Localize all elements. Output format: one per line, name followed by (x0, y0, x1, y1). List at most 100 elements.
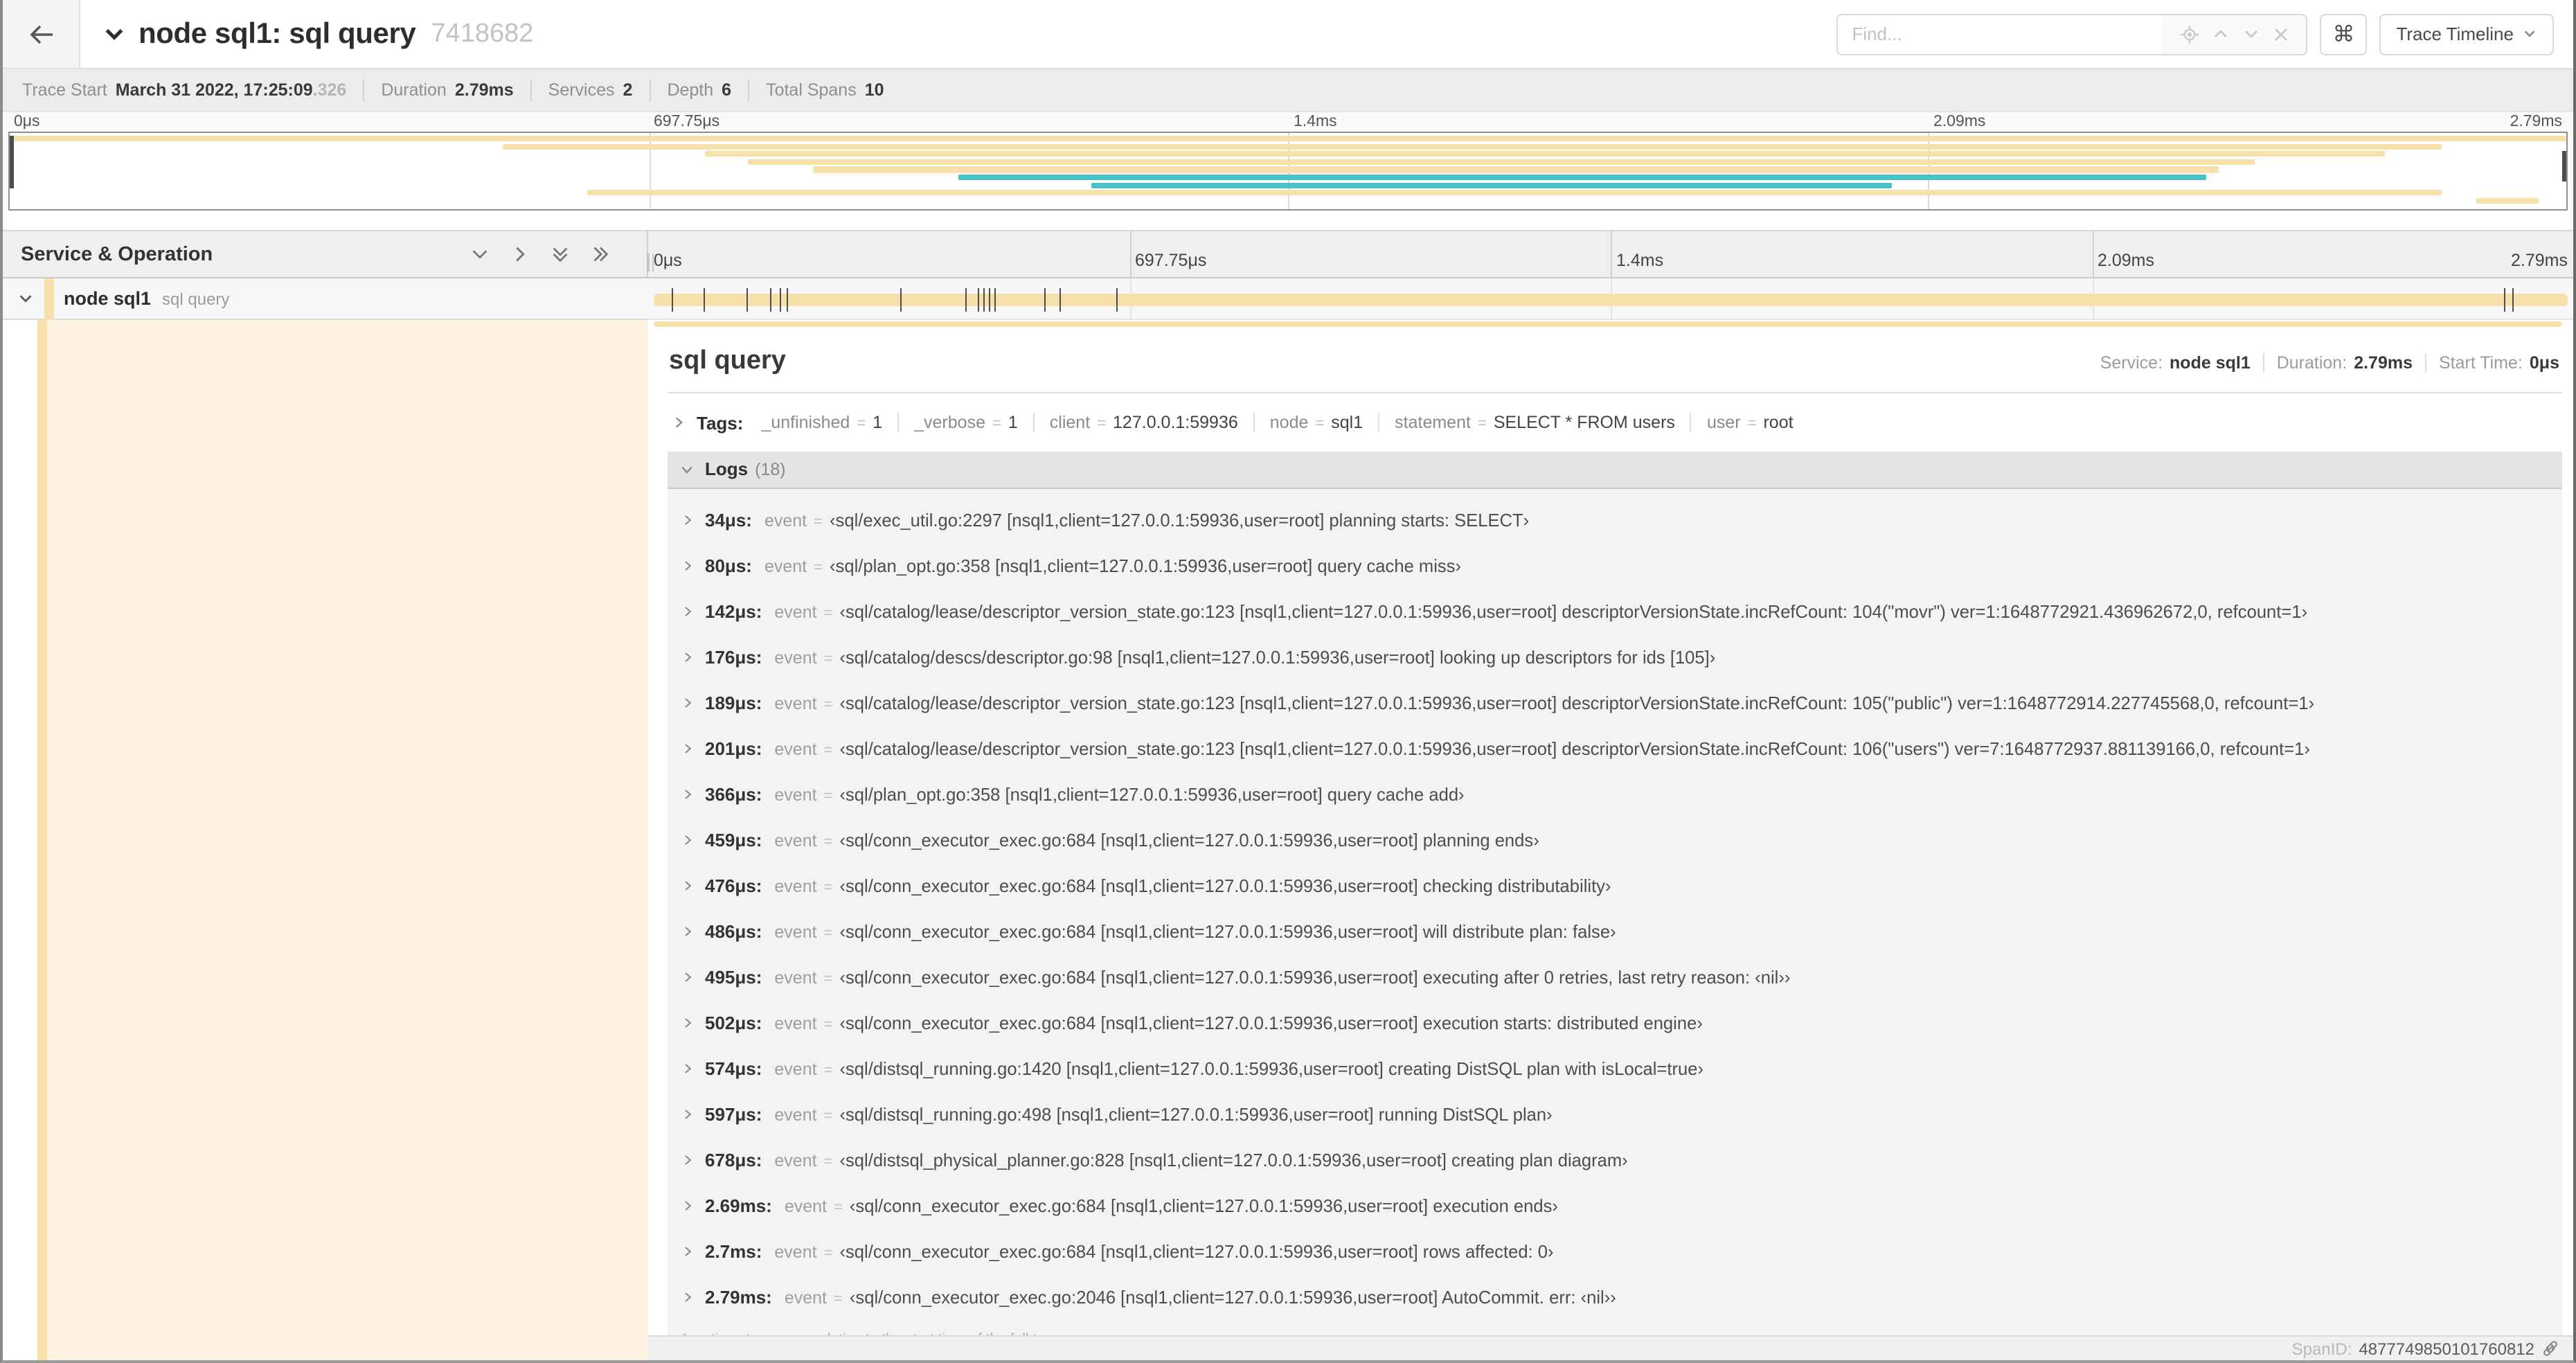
log-entry-row[interactable]: 502μs: event = ‹sql/conn_executor_exec.g… (681, 999, 2562, 1045)
find-input[interactable] (1838, 15, 2163, 53)
span-meta-item: Duration: 2.79ms (2262, 353, 2425, 372)
span-operation-name: sql query (162, 289, 230, 308)
log-entry-row[interactable]: 486μs: event = ‹sql/conn_executor_exec.g… (681, 908, 2562, 954)
log-field-value: ‹sql/distsql_running.go:1420 [nsql1,clie… (839, 1058, 1703, 1078)
log-expand-chevron-right-icon[interactable] (681, 1199, 694, 1211)
collapse-all-double-chevron-down-icon[interactable] (550, 244, 571, 265)
log-entry-row[interactable]: 495μs: event = ‹sql/conn_executor_exec.g… (681, 954, 2562, 999)
log-timestamp: 176μs: (705, 646, 762, 667)
copy-link-icon[interactable] (2541, 1339, 2559, 1357)
log-expand-chevron-right-icon[interactable] (681, 833, 694, 846)
log-marker-tick (2503, 287, 2505, 311)
log-expand-chevron-right-icon[interactable] (681, 742, 694, 754)
minimap-gap (8, 211, 2568, 230)
log-expand-chevron-right-icon[interactable] (681, 650, 694, 663)
log-expand-chevron-right-icon[interactable] (681, 1290, 694, 1303)
log-timestamp: 2.79ms: (705, 1286, 772, 1307)
log-expand-chevron-right-icon[interactable] (681, 513, 694, 526)
log-field-value: ‹sql/conn_executor_exec.go:684 [nsql1,cl… (839, 920, 1616, 941)
meta-label: Duration: (2276, 353, 2347, 372)
minimap-span-bar (705, 151, 2385, 157)
trace-stat: Depth 6 (649, 79, 748, 101)
minimap-span-bar (748, 159, 2255, 165)
logs-collapse-chevron-down-icon[interactable] (680, 462, 694, 476)
tags-expand-chevron-right-icon[interactable] (672, 416, 686, 429)
log-expand-chevron-right-icon[interactable] (681, 1107, 694, 1120)
log-equals: = (823, 970, 833, 987)
span-color-accent-strip (37, 320, 47, 1360)
logs-count: (18) (755, 459, 786, 479)
log-equals: = (823, 696, 833, 713)
log-entry-row[interactable]: 2.7ms: event = ‹sql/conn_executor_exec.g… (681, 1228, 2562, 1274)
log-entry-row[interactable]: 142μs: event = ‹sql/catalog/lease/descri… (681, 588, 2562, 634)
tag-equals: = (1747, 416, 1757, 432)
minimap-left-scrubber-handle[interactable] (10, 136, 14, 188)
log-entry-row[interactable]: 34μs: event = ‹sql/exec_util.go:2297 [ns… (681, 497, 2562, 542)
tags-row[interactable]: Tags: _unfinished = 1 _verbose = 1 clien… (668, 412, 2562, 433)
log-expand-chevron-right-icon[interactable] (681, 1245, 694, 1257)
view-selector-button[interactable]: Trace Timeline (2379, 13, 2554, 55)
log-field-value: ‹sql/catalog/lease/descriptor_version_st… (839, 692, 2315, 713)
minimap-right-scrubber-handle[interactable] (2562, 151, 2566, 181)
span-operation-title: sql query (669, 346, 786, 375)
log-entry-row[interactable]: 2.79ms: event = ‹sql/conn_executor_exec.… (681, 1274, 2562, 1319)
trace-stat: Total Spans 10 (748, 79, 900, 101)
span-row-name-cell[interactable]: node sql1 sql query (3, 278, 648, 320)
log-expand-chevron-right-icon[interactable] (681, 696, 694, 709)
span-row-timeline-cell[interactable] (648, 278, 2573, 320)
log-expand-chevron-right-icon[interactable] (681, 605, 694, 617)
log-expand-chevron-right-icon[interactable] (681, 559, 694, 571)
tree-controls (469, 244, 611, 265)
log-expand-chevron-right-icon[interactable] (681, 787, 694, 800)
log-expand-chevron-right-icon[interactable] (681, 879, 694, 891)
log-equals: = (823, 879, 833, 896)
tag-equals: = (857, 416, 866, 432)
log-marker-tick (746, 287, 748, 311)
log-field-value: ‹sql/conn_executor_exec.go:2046 [nsql1,c… (849, 1286, 1616, 1307)
log-entry-row[interactable]: 189μs: event = ‹sql/catalog/lease/descri… (681, 679, 2562, 725)
log-entry-row[interactable]: 459μs: event = ‹sql/conn_executor_exec.g… (681, 817, 2562, 862)
log-entry-row[interactable]: 476μs: event = ‹sql/conn_executor_exec.g… (681, 862, 2562, 908)
log-field-value: ‹sql/plan_opt.go:358 [nsql1,client=127.0… (830, 555, 1462, 576)
span-collapse-chevron-down-icon[interactable] (17, 289, 35, 308)
logs-header[interactable]: Logs (18) (668, 451, 2562, 488)
minimap-span-bar (1091, 182, 1892, 188)
log-entry-row[interactable]: 574μs: event = ‹sql/distsql_running.go:1… (681, 1045, 2562, 1091)
span-row: node sql1 sql query (3, 278, 2573, 320)
expand-all-double-chevron-right-icon[interactable] (590, 244, 611, 265)
log-entry-row[interactable]: 2.69ms: event = ‹sql/conn_executor_exec.… (681, 1182, 2562, 1228)
log-expand-chevron-right-icon[interactable] (681, 1016, 694, 1028)
expand-one-chevron-right-icon[interactable] (510, 244, 530, 265)
meta-label: Service: (2100, 353, 2163, 372)
log-equals: = (834, 1290, 843, 1307)
log-entry-row[interactable]: 201μs: event = ‹sql/catalog/lease/descri… (681, 725, 2562, 771)
prev-match-chevron-up-icon[interactable] (2211, 25, 2229, 43)
log-entry-row[interactable]: 366μs: event = ‹sql/plan_opt.go:358 [nsq… (681, 771, 2562, 817)
log-field-value: ‹sql/conn_executor_exec.go:684 [nsql1,cl… (839, 829, 1539, 850)
minimap-canvas[interactable] (8, 132, 2568, 211)
log-field-key: event (784, 1288, 828, 1307)
log-expand-chevron-right-icon[interactable] (681, 970, 694, 983)
log-timestamp: 80μs: (705, 555, 752, 576)
log-entry-row[interactable]: 176μs: event = ‹sql/catalog/descs/descri… (681, 634, 2562, 679)
keyboard-shortcuts-button[interactable]: ⌘ (2320, 13, 2368, 55)
ruler-gridline (2092, 231, 2093, 277)
log-field-key: event (784, 1196, 828, 1215)
detail-divider (668, 391, 2562, 393)
log-entry-row[interactable]: 80μs: event = ‹sql/plan_opt.go:358 [nsql… (681, 542, 2562, 588)
span-detail-header: sql query Service: node sql1 Duration: 2… (668, 346, 2562, 376)
log-expand-chevron-right-icon[interactable] (681, 1062, 694, 1074)
back-button[interactable] (3, 0, 80, 68)
clear-find-x-icon[interactable] (2272, 26, 2289, 42)
locate-match-icon[interactable] (2179, 24, 2199, 44)
log-expand-chevron-right-icon[interactable] (681, 1153, 694, 1166)
collapse-trace-chevron-down-icon[interactable] (102, 22, 126, 46)
log-expand-chevron-right-icon[interactable] (681, 925, 694, 937)
span-duration-bar[interactable] (654, 293, 2568, 305)
collapse-one-chevron-down-icon[interactable] (469, 244, 490, 265)
stat-value: 10 (864, 80, 884, 100)
stat-label: Duration (381, 80, 447, 100)
log-entry-row[interactable]: 597μs: event = ‹sql/distsql_running.go:4… (681, 1091, 2562, 1137)
next-match-chevron-down-icon[interactable] (2242, 25, 2260, 43)
log-entry-row[interactable]: 678μs: event = ‹sql/distsql_physical_pla… (681, 1137, 2562, 1182)
